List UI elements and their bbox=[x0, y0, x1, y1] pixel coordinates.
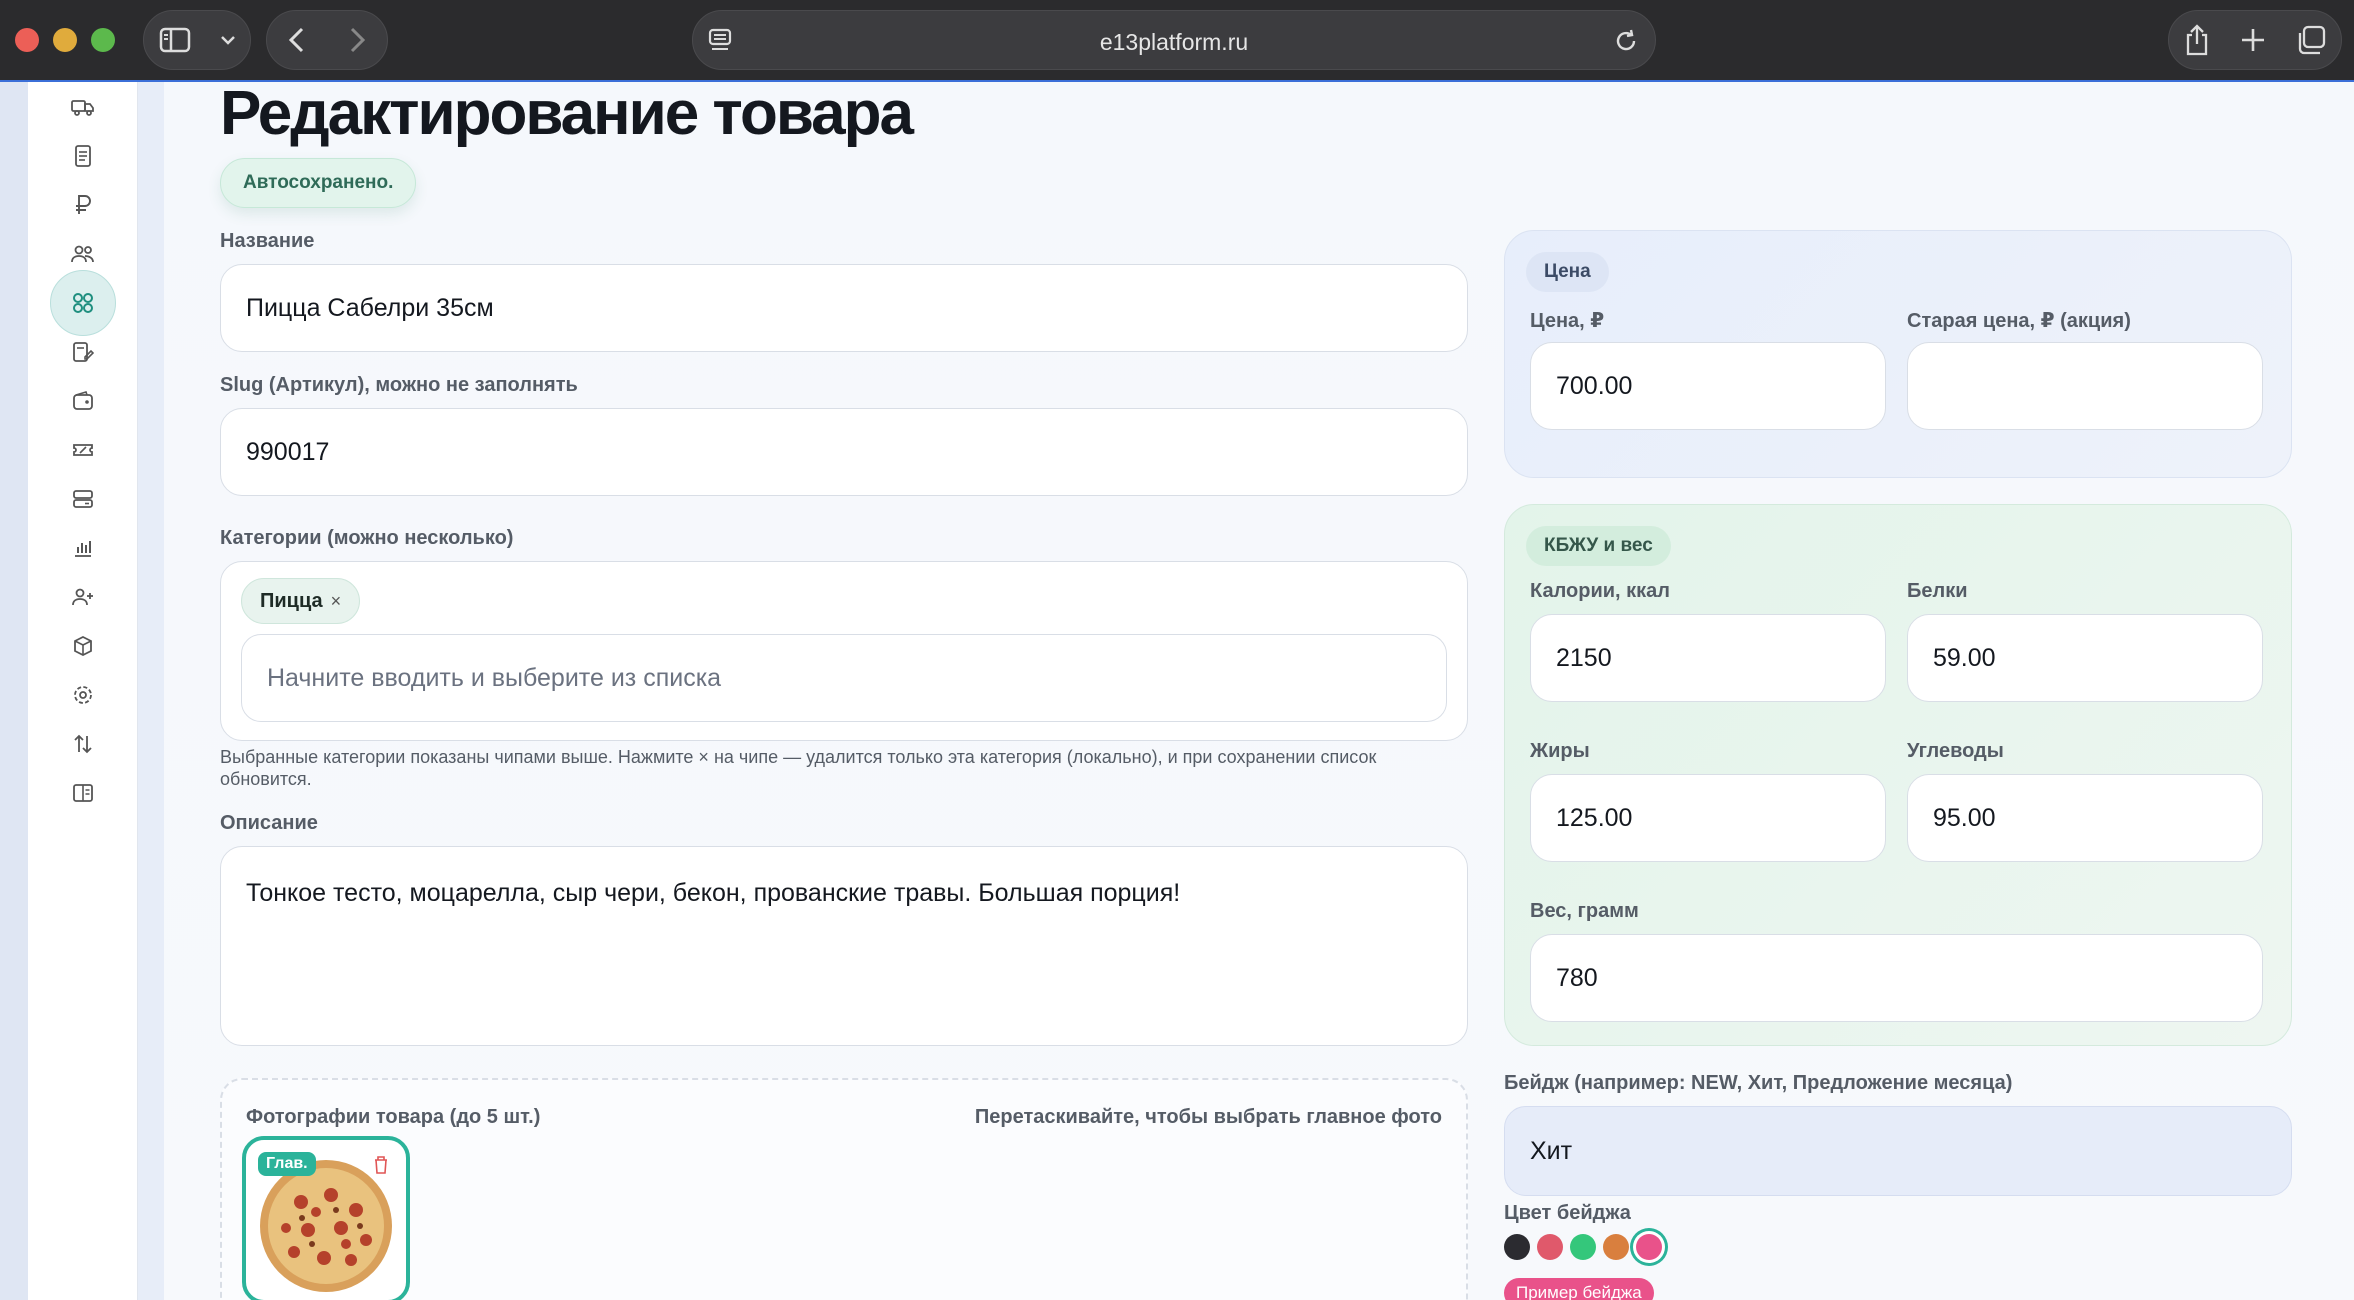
truck-icon bbox=[71, 100, 94, 116]
price-input[interactable]: 700.00 bbox=[1530, 342, 1886, 430]
user-plus-icon bbox=[72, 588, 93, 606]
protein-input[interactable]: 59.00 bbox=[1907, 614, 2263, 702]
product-photo-main[interactable]: Глав. bbox=[242, 1136, 410, 1300]
badge-value: Хит bbox=[1530, 1136, 1573, 1165]
description-textarea[interactable]: Тонкое тесто, моцарелла, сыр чери, бекон… bbox=[220, 846, 1468, 1046]
box-icon bbox=[74, 635, 92, 657]
browser-toolbar: e13platform.ru bbox=[0, 0, 2354, 82]
name-value: Пицца Сабелри 35см bbox=[246, 293, 494, 322]
calories-input[interactable]: 2150 bbox=[1530, 614, 1886, 702]
main-content: Редактирование товара Автосохранено. Наз… bbox=[164, 82, 2354, 1300]
badge-color-pink[interactable] bbox=[1636, 1234, 1662, 1260]
photos-title: Фотографии товара (до 5 шт.) bbox=[246, 1106, 541, 1128]
badge-label: Бейдж (например: NEW, Хит, Предложение м… bbox=[1504, 1072, 2013, 1094]
fat-value: 125.00 bbox=[1556, 803, 1633, 832]
document-icon bbox=[75, 145, 91, 167]
slug-label: Slug (Артикул), можно не заполнять bbox=[220, 374, 578, 396]
sidebar-background bbox=[0, 82, 28, 1300]
fat-label: Жиры bbox=[1530, 740, 1590, 762]
ticket-icon bbox=[73, 444, 93, 456]
badge-input[interactable]: Хит bbox=[1504, 1106, 2292, 1196]
trash-icon[interactable] bbox=[364, 1148, 398, 1182]
autosave-status-badge: Автосохранено. bbox=[220, 158, 417, 208]
tag-edit-icon bbox=[73, 342, 94, 362]
sort-arrows-icon bbox=[74, 734, 92, 754]
nutrition-heading: КБЖУ и вес bbox=[1526, 526, 1671, 566]
carbs-value: 95.00 bbox=[1933, 803, 1996, 832]
bar-chart-icon bbox=[75, 541, 91, 557]
category-chip[interactable]: Пицца × bbox=[241, 578, 361, 624]
wallet-icon bbox=[73, 391, 93, 410]
old-price-input[interactable] bbox=[1907, 342, 2263, 430]
badge-color-dark[interactable] bbox=[1504, 1234, 1530, 1260]
calories-value: 2150 bbox=[1556, 643, 1612, 672]
carbs-input[interactable]: 95.00 bbox=[1907, 774, 2263, 862]
protein-value: 59.00 bbox=[1933, 643, 1996, 672]
browser-actions bbox=[2168, 10, 2342, 70]
weight-input[interactable]: 780 bbox=[1530, 934, 2263, 1022]
badge-preview: Пример бейджа bbox=[1504, 1278, 1654, 1300]
calories-label: Калории, ккал bbox=[1530, 580, 1670, 602]
badge-color-green[interactable] bbox=[1570, 1234, 1596, 1260]
badge-color-orange[interactable] bbox=[1603, 1234, 1629, 1260]
share-icon[interactable] bbox=[2184, 24, 2210, 56]
slug-value: 990017 bbox=[246, 437, 330, 466]
forward-arrow-icon[interactable] bbox=[347, 27, 367, 53]
reload-icon[interactable] bbox=[1613, 27, 1639, 55]
book-icon bbox=[73, 784, 93, 802]
sidebar-item-docs[interactable] bbox=[50, 760, 116, 826]
carbs-label: Углеводы bbox=[1907, 740, 2004, 762]
slug-field[interactable]: 990017 bbox=[220, 408, 1468, 496]
category-chip-label: Пицца bbox=[260, 590, 323, 612]
history-nav bbox=[266, 10, 388, 70]
chip-remove-button[interactable]: × bbox=[331, 591, 342, 611]
address-bar[interactable]: e13platform.ru bbox=[692, 10, 1656, 70]
price-value: 700.00 bbox=[1556, 371, 1633, 400]
url-text: e13platform.ru bbox=[1099, 29, 1249, 55]
categories-selector: Пицца × Начните вводить и выберите из спи… bbox=[220, 561, 1468, 741]
minimize-window-button[interactable] bbox=[53, 28, 77, 52]
sidebar-divider bbox=[138, 82, 164, 1300]
weight-label: Вес, грамм bbox=[1530, 900, 1639, 922]
maximize-window-button[interactable] bbox=[91, 28, 115, 52]
back-arrow-icon[interactable] bbox=[287, 27, 307, 53]
new-tab-icon[interactable] bbox=[2240, 27, 2266, 53]
badge-color-red[interactable] bbox=[1537, 1234, 1563, 1260]
sidebar bbox=[28, 82, 138, 1300]
photos-dropzone[interactable]: Фотографии товара (до 5 шт.) Перетаскива… bbox=[220, 1078, 1468, 1300]
photos-hint: Перетаскивайте, чтобы выбрать главное фо… bbox=[974, 1106, 1442, 1128]
close-window-button[interactable] bbox=[15, 28, 39, 52]
server-icon bbox=[73, 490, 93, 508]
protein-label: Белки bbox=[1907, 580, 1968, 602]
old-price-label: Старая цена, ₽ (акция) bbox=[1907, 310, 2131, 332]
grid-icon bbox=[73, 293, 93, 313]
categories-label: Категории (можно несколько) bbox=[220, 527, 514, 549]
settings-icon bbox=[74, 686, 92, 704]
description-value: Тонкое тесто, моцарелла, сыр чери, бекон… bbox=[246, 879, 1181, 907]
badge-color-label: Цвет бейджа bbox=[1504, 1202, 1631, 1224]
description-label: Описание bbox=[220, 812, 318, 834]
price-heading: Цена bbox=[1526, 252, 1609, 292]
price-label: Цена, ₽ bbox=[1530, 310, 1605, 332]
main-photo-badge: Глав. bbox=[258, 1152, 316, 1176]
categories-hint: Выбранные категории показаны чипами выше… bbox=[220, 747, 1377, 789]
sidebar-icon bbox=[159, 27, 190, 53]
ruble-icon bbox=[76, 195, 91, 214]
fat-input[interactable]: 125.00 bbox=[1530, 774, 1886, 862]
weight-value: 780 bbox=[1556, 963, 1598, 992]
sidebar-toggle-button[interactable] bbox=[143, 10, 251, 70]
tabs-overview-icon[interactable] bbox=[2296, 25, 2326, 55]
chevron-down-icon bbox=[220, 36, 235, 45]
users-icon bbox=[71, 245, 94, 263]
name-label: Название bbox=[220, 230, 315, 252]
name-field[interactable]: Пицца Сабелри 35см bbox=[220, 264, 1468, 352]
categories-search-input[interactable]: Начните вводить и выберите из списка bbox=[241, 634, 1447, 722]
page-title: Редактирование товара bbox=[220, 82, 914, 148]
